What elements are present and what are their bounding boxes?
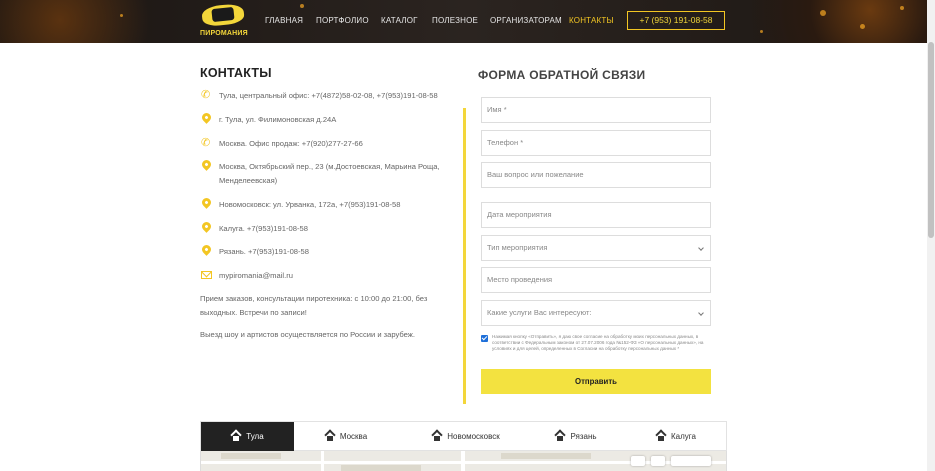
map-pin-icon [200, 196, 213, 212]
chevron-down-icon [698, 310, 704, 316]
nav-item-contacts[interactable]: КОНТАКТЫ [569, 16, 614, 25]
contact-text: Калуга. +7(953)191-08-58 [219, 224, 308, 233]
sparkle-decoration [300, 4, 304, 8]
nav-item-useful[interactable]: ПОЛЕЗНОЕ [432, 16, 478, 25]
sparkle-decoration [820, 10, 826, 16]
tab-label: Москва [339, 432, 368, 441]
contact-text: г. Тула, ул. Филимоновская д.24А [219, 115, 337, 124]
nav-item-organizers[interactable]: ОРГАНИЗАТОРАМ [490, 16, 562, 25]
working-hours-text: Прием заказов, консультации пиротехника:… [200, 294, 428, 317]
nav-item-home[interactable]: ГЛАВНАЯ [265, 16, 303, 25]
contact-text: Рязань. +7(953)191-08-58 [219, 247, 310, 256]
sparkle-decoration [760, 30, 763, 33]
contact-item: mypiromania@mail.ru [200, 269, 293, 283]
event-type-value: Тип мероприятия [487, 243, 548, 252]
contact-item: Москва, Октябрьский пер., 23 (м.Достоевс… [200, 158, 460, 188]
logo-text: ПИРОМАНИЯ [200, 30, 248, 37]
submit-button[interactable]: Отправить [481, 369, 711, 394]
home-icon [656, 433, 666, 441]
map-city-tabs: Тула Москва Новомосковск Рязань Калуга [200, 421, 727, 451]
map-block [221, 453, 281, 459]
form-title: ФОРМА ОБРАТНОЙ СВЯЗИ [478, 68, 646, 82]
sparkle-decoration [860, 24, 865, 29]
map-road [321, 451, 324, 471]
tab-moscow[interactable]: Москва [311, 422, 381, 451]
scrollbar-thumb[interactable] [928, 42, 934, 238]
tab-tula[interactable]: Тула [201, 422, 294, 451]
map-block [501, 453, 591, 459]
map-pin-icon [200, 243, 213, 259]
site-logo[interactable]: ПИРОМАНИЯ [200, 2, 248, 39]
contact-item: ✆ Тула, центральный офис: +7(4872)58-02-… [200, 89, 438, 103]
page-scrollbar[interactable] [927, 0, 935, 471]
venue-input[interactable]: Место проведения [481, 267, 711, 293]
nav-item-portfolio[interactable]: ПОРТФОЛИО [316, 16, 369, 25]
contacts-title: КОНТАКТЫ [200, 66, 272, 80]
map-pin-icon [200, 220, 213, 236]
consent-text: Нажимая кнопку «Отправить», я даю свое с… [492, 334, 704, 351]
home-icon [231, 433, 241, 441]
contact-text: Москва, Октябрьский пер., 23 (м.Достоевс… [219, 162, 440, 185]
consent-row: Нажимая кнопку «Отправить», я даю свое с… [481, 334, 711, 352]
contact-item: Рязань. +7(953)191-08-58 [200, 243, 310, 259]
map-pin-icon [200, 158, 213, 174]
name-input[interactable]: Имя * [481, 97, 711, 123]
event-date-input[interactable]: Дата мероприятия [481, 202, 711, 228]
chevron-down-icon [698, 245, 704, 251]
sparkle-decoration [900, 6, 904, 10]
travel-info-text: Выезд шоу и артистов осуществляется по Р… [200, 330, 415, 339]
phone-icon: ✆ [201, 89, 211, 101]
phone-icon: ✆ [201, 137, 211, 149]
map-pin-icon [200, 111, 213, 127]
location-map[interactable] [200, 451, 727, 471]
map-road [461, 451, 465, 471]
map-control-button[interactable] [631, 456, 645, 466]
question-input[interactable]: Ваш вопрос или пожелание [481, 162, 711, 188]
tab-label: Калуга [671, 432, 696, 441]
contact-email-link[interactable]: mypiromania@mail.ru [219, 269, 293, 283]
tab-label: Рязань [570, 432, 597, 441]
tab-label: Новомосковск [447, 432, 500, 441]
phone-input[interactable]: Телефон * [481, 130, 711, 156]
contact-text: Новомосковск: ул. Урванка, 172а, +7(953)… [219, 200, 401, 209]
contact-item: г. Тула, ул. Филимоновская д.24А [200, 111, 337, 127]
sparkle-decoration [120, 14, 123, 17]
nav-item-catalog[interactable]: КАТАЛОГ [381, 16, 418, 25]
home-icon [432, 433, 442, 441]
services-value: Какие услуги Вас интересуют: [487, 308, 592, 317]
contact-text: Тула, центральный офис: +7(4872)58-02-08… [219, 91, 438, 100]
logo-mark-icon [201, 2, 245, 28]
home-icon [555, 433, 565, 441]
home-icon [325, 433, 335, 441]
services-select[interactable]: Какие услуги Вас интересуют: [481, 300, 711, 326]
site-header: ПИРОМАНИЯ ГЛАВНАЯ ПОРТФОЛИО КАТАЛОГ ПОЛЕ… [0, 0, 935, 43]
tab-label: Тула [246, 432, 264, 441]
map-control-button[interactable] [671, 456, 711, 466]
contact-item: Калуга. +7(953)191-08-58 [200, 220, 308, 236]
contact-item: ✆ Москва. Офис продаж: +7(920)277-27-66 [200, 137, 363, 151]
section-divider [463, 108, 466, 404]
event-type-select[interactable]: Тип мероприятия [481, 235, 711, 261]
consent-checkbox[interactable] [481, 335, 488, 342]
tab-ryazan[interactable]: Рязань [546, 422, 606, 451]
mail-icon [200, 269, 212, 283]
contact-item: Новомосковск: ул. Урванка, 172а, +7(953)… [200, 196, 401, 212]
contact-text: Москва. Офис продаж: +7(920)277-27-66 [219, 139, 363, 148]
tab-kaluga[interactable]: Калуга [646, 422, 706, 451]
header-phone-button[interactable]: +7 (953) 191-08-58 [627, 11, 725, 30]
map-block [341, 465, 421, 471]
map-control-button[interactable] [651, 456, 665, 466]
tab-novomoskovsk[interactable]: Новомосковск [416, 422, 516, 451]
